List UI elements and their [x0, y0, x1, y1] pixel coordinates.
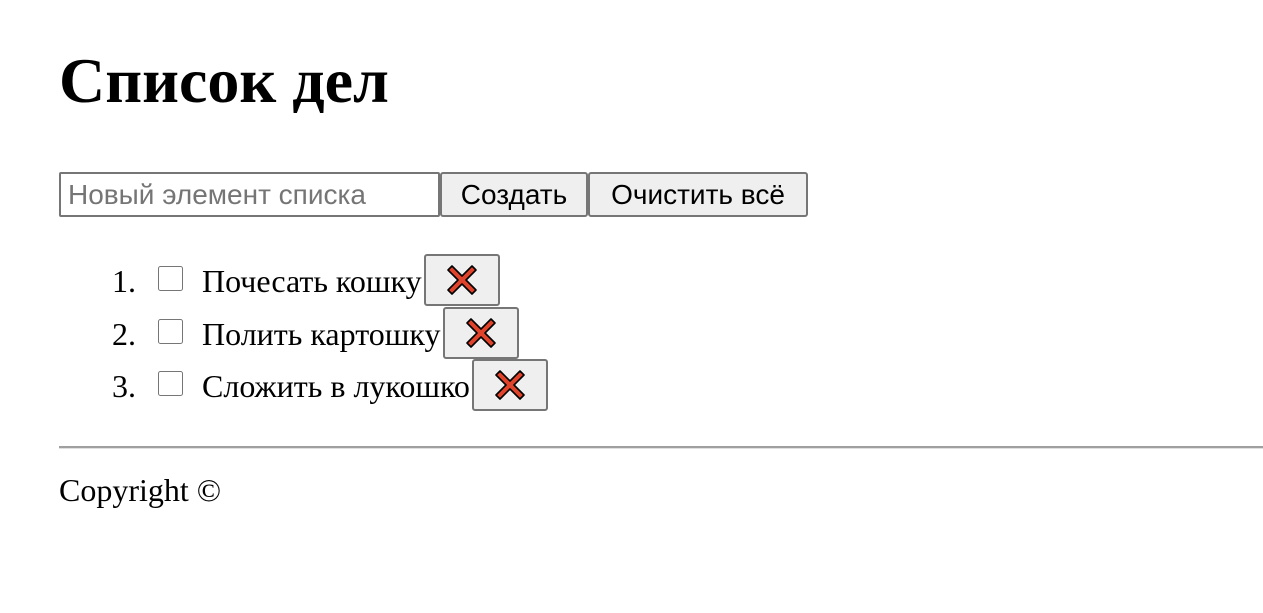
delete-item-button[interactable] [472, 359, 548, 411]
new-item-input[interactable] [59, 172, 440, 217]
cross-mark-icon [465, 317, 497, 349]
item-checkbox[interactable] [158, 318, 183, 344]
page-title: Список дел [59, 45, 389, 116]
cross-mark-icon [446, 264, 478, 296]
list-item-text: Почесать кошку [202, 263, 422, 299]
create-button[interactable]: Создать [440, 172, 588, 217]
delete-item-button[interactable] [424, 254, 500, 306]
cross-mark-icon [494, 369, 526, 401]
divider [59, 446, 1263, 449]
delete-item-button[interactable] [443, 306, 519, 359]
list-item-number: 3. [112, 368, 136, 404]
new-item-form: Создать Очистить всё [59, 172, 808, 217]
list-item-number: 1. [112, 263, 136, 299]
footer-copyright: Copyright © [59, 472, 222, 508]
item-checkbox[interactable] [158, 266, 183, 291]
item-checkbox[interactable] [158, 371, 183, 396]
clear-all-button[interactable]: Очистить всё [588, 172, 808, 217]
list-item-text: Полить картошку [202, 315, 441, 352]
list-item-number: 2. [112, 315, 136, 352]
list-item-text: Сложить в лукошко [202, 368, 470, 404]
